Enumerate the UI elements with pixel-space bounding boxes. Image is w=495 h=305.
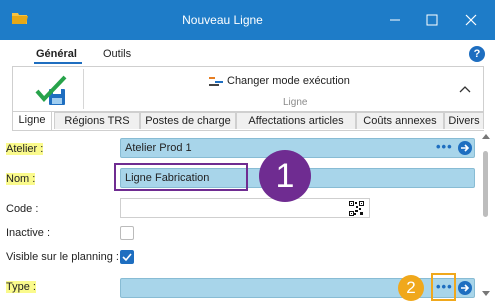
more-icon[interactable]: ••• (436, 139, 453, 154)
tab-couts-annexes[interactable]: Coûts annexes (356, 112, 444, 129)
change-mode-label: Changer mode exécution (227, 75, 350, 87)
inactive-label: Inactive : (6, 227, 51, 239)
visible-checkbox[interactable] (120, 250, 134, 264)
scroll-up-icon[interactable] (482, 133, 490, 139)
annotation-badge-2: 2 (398, 275, 424, 301)
nom-label: Nom : (6, 173, 36, 185)
tab-postes-de-charge[interactable]: Postes de charge (140, 112, 236, 129)
highlight-box-1 (114, 163, 248, 191)
code-input[interactable] (120, 198, 370, 218)
tab-divers[interactable]: Divers (444, 112, 484, 129)
ribbon-tabs: Général Outils ? (0, 40, 495, 66)
ribbon-panel: Changer mode exécution Ligne (12, 66, 484, 112)
arrow-right-icon[interactable] (458, 141, 472, 155)
tab-affectations-articles[interactable]: Affectations articles (236, 112, 356, 129)
code-label: Code : (6, 203, 39, 215)
vertical-scrollbar[interactable] (481, 131, 491, 299)
close-icon[interactable] (456, 8, 486, 32)
change-mode-button[interactable]: Changer mode exécution (209, 75, 350, 87)
active-tab-underline (34, 62, 82, 64)
ribbon-separator (83, 69, 84, 109)
tab-regions-trs[interactable]: Régions TRS (54, 112, 140, 129)
qr-code-icon[interactable] (349, 201, 364, 216)
tab-ligne[interactable]: Ligne (12, 111, 52, 130)
visible-label: Visible sur le planning : (6, 251, 119, 263)
change-mode-icon (209, 77, 223, 87)
ribbon-tab-general[interactable]: Général (36, 48, 77, 60)
scrollbar-thumb[interactable] (483, 151, 488, 217)
maximize-icon[interactable] (417, 8, 447, 32)
arrow-right-icon[interactable] (458, 281, 472, 295)
chevron-up-icon[interactable] (459, 85, 471, 93)
atelier-value: Atelier Prod 1 (125, 142, 192, 154)
atelier-label: Atelier : (6, 143, 44, 155)
ribbon-tab-outils[interactable]: Outils (103, 48, 131, 60)
checkmark-icon (122, 253, 132, 262)
highlight-box-2 (431, 273, 456, 301)
tab-strip: Ligne Régions TRS Postes de charge Affec… (12, 111, 484, 131)
ribbon-group-label: Ligne (283, 97, 308, 108)
scroll-down-icon[interactable] (482, 291, 490, 297)
minimize-icon[interactable] (380, 8, 410, 32)
title-bar: Nouveau Ligne (0, 0, 495, 40)
annotation-badge-1: 1 (259, 150, 311, 202)
help-icon[interactable]: ? (469, 46, 485, 62)
type-label: Type : (6, 281, 36, 293)
save-check-icon[interactable] (35, 75, 69, 107)
inactive-checkbox[interactable] (120, 226, 134, 240)
